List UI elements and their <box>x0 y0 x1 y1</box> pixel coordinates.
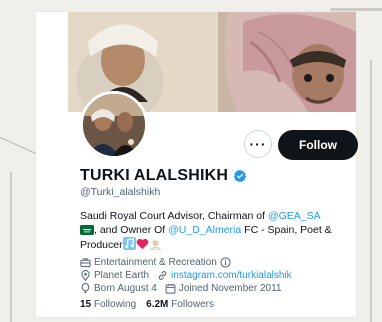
follow-stats: 15 Following 6.2M Followers <box>80 299 224 310</box>
birthday-item: Born August 4 <box>80 282 157 295</box>
birthday-text: Born August 4 <box>94 283 157 294</box>
mention-almeria-link[interactable]: @U_D_Almeria <box>168 224 241 236</box>
following-label: Following <box>93 299 137 310</box>
website-link[interactable]: instagram.com/turkialalshik <box>171 269 292 282</box>
joined-text: Joined November 2011 <box>178 283 282 294</box>
calendar-icon <box>165 283 176 294</box>
followers-count-link[interactable]: 6.2M Followers <box>146 299 214 310</box>
followers-label: Followers <box>171 299 214 310</box>
flag-icon <box>80 225 94 235</box>
background-left-rule <box>10 172 12 322</box>
location-pin-icon <box>81 270 90 281</box>
location-text: Planet Earth <box>94 270 150 281</box>
follow-button[interactable]: Follow <box>278 130 358 160</box>
category-text: Entertainment & Recreation <box>94 257 217 268</box>
followers-count: 6.2M <box>146 299 169 310</box>
name-row: TURKI ALALSHIKH <box>80 167 247 185</box>
bio-line-1: Saudi Royal Court Advisor, Chairman of @… <box>80 209 350 223</box>
background-right-rule <box>370 60 372 322</box>
verified-badge-icon[interactable] <box>233 169 247 183</box>
bio-text: Saudi Royal Court Advisor, Chairman of <box>80 210 268 222</box>
more-options-button[interactable]: ··· <box>244 130 272 158</box>
profile-card: ··· Follow TURKI ALALSHIKH @Turki_alalsh… <box>36 12 358 317</box>
display-name: TURKI ALALSHIKH <box>80 167 229 184</box>
website-item[interactable]: instagram.com/turkialalshik <box>157 269 292 282</box>
profile-avatar[interactable] <box>80 91 148 159</box>
meta-row-2: Planet Earth instagram.com/turkialalshik <box>80 269 350 282</box>
location-item: Planet Earth <box>80 269 149 282</box>
meta-row-1: Entertainment & Recreation <box>80 256 350 269</box>
balloon-icon <box>81 283 90 294</box>
music-notes-icon <box>122 237 136 250</box>
mention-gea-link[interactable]: @GEA_SA <box>268 210 321 222</box>
heart-icon <box>136 238 148 250</box>
bio-text: Producer <box>80 239 123 251</box>
meta-row-3: Born August 4 Joined November 2011 <box>80 282 350 295</box>
following-count-link[interactable]: 15 Following <box>80 299 136 310</box>
bio-text: FC - Spain, Poet & <box>241 224 332 236</box>
background-top-rule <box>330 8 382 11</box>
user-handle: @Turki_alalshikh <box>80 186 161 198</box>
bio-line-3: Producer <box>80 237 350 252</box>
info-icon[interactable] <box>220 257 231 268</box>
bio-text: , and Owner Of <box>94 224 169 236</box>
avatar-photo <box>83 94 145 156</box>
joined-item: Joined November 2011 <box>165 282 282 295</box>
link-icon <box>158 271 167 280</box>
profile-meta: Entertainment & Recreation Planet Earth … <box>80 256 350 295</box>
category-item: Entertainment & Recreation <box>80 256 234 269</box>
person-icon <box>149 239 161 250</box>
profile-bio: Saudi Royal Court Advisor, Chairman of @… <box>80 209 350 252</box>
following-count: 15 <box>80 299 92 310</box>
bio-line-2: , and Owner Of @U_D_Almeria FC - Spain, … <box>80 223 350 237</box>
briefcase-icon <box>80 258 91 268</box>
